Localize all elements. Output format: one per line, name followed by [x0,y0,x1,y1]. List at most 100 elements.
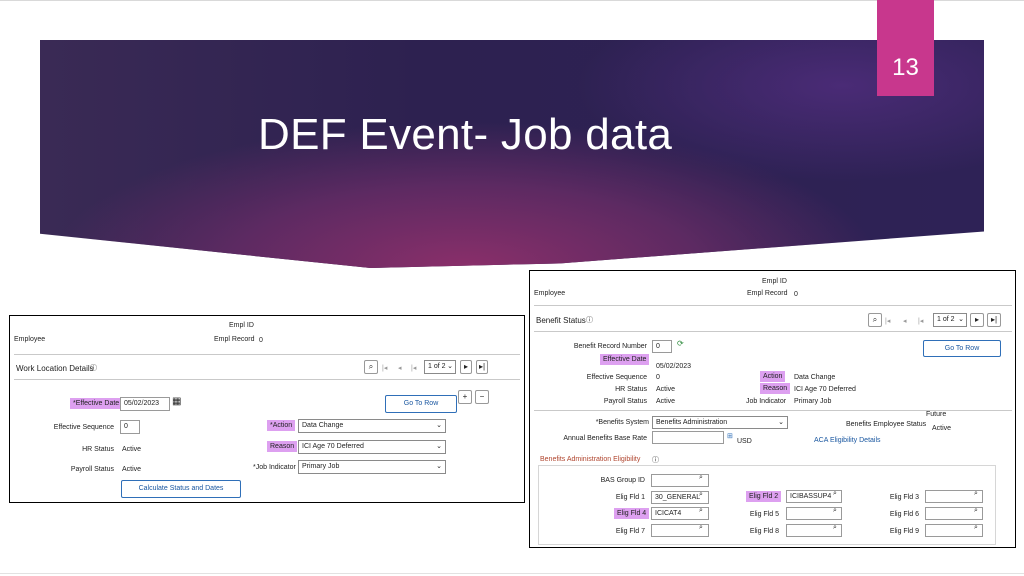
bas-group-label: BAS Group ID [600,477,645,484]
next-page-icon[interactable]: ▸ [460,360,472,374]
search-icon[interactable]: ⌕ [364,360,378,374]
action-label: *Action [267,420,296,431]
chevron-down-icon: ⌄ [436,422,442,429]
effective-date-value: 05/02/2023 [656,363,692,370]
elig-fld-7-label: Elig Fld 7 [615,528,645,535]
elig-fld-1-label: Elig Fld 1 [615,494,645,501]
payroll-status-value: Active [656,398,676,405]
reason-value: ICI Age 70 Deferred [794,386,856,393]
payroll-status-label: Payroll Status [70,466,114,473]
job-indicator-label: *Job Indicator [253,464,296,471]
section-header-rule [534,331,1012,332]
elig-fld-9-label: Elig Fld 9 [889,528,919,535]
calculate-status-button[interactable]: Calculate Status and Dates [121,480,241,498]
chevron-down-icon: ⌄ [778,419,784,426]
section-title: Benefit Status [536,316,586,325]
add-row-button[interactable]: + [458,390,472,404]
slide-number-tab: 13 [877,0,934,96]
chevron-down-icon: ⌄ [436,463,442,470]
search-icon[interactable]: ⌕ [974,507,978,515]
action-value: Data Change [794,374,836,381]
search-icon[interactable]: ⌕ [833,507,837,515]
slide-bottom-rule [0,573,1024,574]
last-page-icon[interactable]: ▸| [476,360,488,374]
job-indicator-label: Job Indicator [746,398,787,405]
question-circle-icon[interactable]: ⓘ [90,363,97,373]
employee-label: Employee [14,336,46,343]
annual-base-rate-label: Annual Benefits Base Rate [563,435,647,442]
benefit-status-screenshot: Empl ID Employee Empl Record 0 Benefit S… [529,270,1016,548]
currency-icon[interactable]: ⊞ [727,432,733,440]
delete-row-button[interactable]: − [475,390,489,404]
slide-title: DEF Event- Job data [258,110,673,159]
benefits-system-label: *Benefits System [595,419,649,426]
prev2-page-icon[interactable]: |◂ [918,317,923,325]
section-divider [534,305,1012,306]
search-icon[interactable]: ⌕ [833,490,837,498]
effective-sequence-label: Effective Sequence [586,374,647,381]
search-icon[interactable]: ⌕ [699,474,703,482]
search-icon[interactable]: ⌕ [699,524,703,532]
prev-page-icon[interactable]: ◂ [398,364,402,372]
go-to-row-button[interactable]: Go To Row [385,395,457,413]
job-indicator-value: Primary Job [302,463,340,470]
prev2-page-icon[interactable]: |◂ [411,364,416,372]
pager-select[interactable]: 1 of 2 ⌄ [933,313,967,327]
question-circle-icon[interactable]: ⓘ [652,455,659,465]
hr-status-label: HR Status [615,386,647,393]
hr-status-label: HR Status [82,446,114,453]
calendar-icon[interactable]: ▦ [172,396,181,407]
search-icon[interactable]: ⌕ [974,490,978,498]
action-value: Data Change [302,422,344,429]
elig-fld-6-label: Elig Fld 6 [889,511,919,518]
search-icon[interactable]: ⌕ [974,524,978,532]
effective-date-input[interactable]: 05/02/2023 [120,397,170,411]
aca-eligibility-link[interactable]: ACA Eligibility Details [814,437,881,444]
benefit-record-label: Benefit Record Number [573,343,647,350]
refresh-icon[interactable]: ⟳ [677,339,684,348]
reason-label: Reason [267,441,298,452]
pager-value: 1 of 2 [428,363,446,370]
future-label: Future [926,411,947,418]
chevron-down-icon: ⌄ [958,316,964,323]
empl-record-label: Empl Record [214,336,255,343]
effective-sequence-value: 0 [656,374,660,381]
next-page-icon[interactable]: ▸ [970,313,984,327]
first-page-icon[interactable]: |◂ [885,317,890,325]
annual-base-rate-input[interactable] [652,431,724,444]
empl-record-value: 0 [794,291,798,298]
search-icon[interactable]: ⌕ [868,313,882,327]
effective-date-label: *Effective Date [70,398,123,409]
hr-status-value: Active [122,446,142,453]
last-page-icon[interactable]: ▸| [987,313,1001,327]
payroll-status-value: Active [122,466,142,473]
action-select[interactable]: Data Change ⌄ [298,419,446,433]
elig-fld-8-label: Elig Fld 8 [749,528,779,535]
slide-top-rule [0,0,1024,1]
employee-label: Employee [534,290,566,297]
search-icon[interactable]: ⌕ [699,491,703,499]
pager-value: 1 of 2 [937,316,955,323]
effective-sequence-input[interactable]: 0 [120,420,140,434]
first-page-icon[interactable]: |◂ [382,364,387,372]
chevron-down-icon: ⌄ [447,363,453,370]
benefits-system-select[interactable]: Benefits Administration ⌄ [652,416,788,429]
reason-select[interactable]: ICI Age 70 Deferred ⌄ [298,440,446,454]
effective-sequence-label: Effective Sequence [53,424,114,431]
work-location-screenshot: Empl ID Employee Empl Record 0 Work Loca… [9,315,525,503]
prev-page-icon[interactable]: ◂ [903,317,907,325]
benefit-record-input[interactable]: 0 [652,340,672,353]
job-indicator-select[interactable]: Primary Job ⌄ [298,460,446,474]
search-icon[interactable]: ⌕ [699,507,703,515]
section-header-rule [14,379,520,380]
elig-fld-3-label: Elig Fld 3 [889,494,919,501]
go-to-row-button[interactable]: Go To Row [923,340,1001,357]
eligibility-title: Benefits Administration Eligibility [540,456,641,463]
section-title: Work Location Details [16,364,94,373]
action-label: Action [760,371,786,382]
question-circle-icon[interactable]: ⓘ [586,315,593,325]
pager-select[interactable]: 1 of 2 ⌄ [424,360,456,374]
payroll-status-label: Payroll Status [603,398,647,405]
reason-label: Reason [760,383,791,394]
search-icon[interactable]: ⌕ [833,524,837,532]
